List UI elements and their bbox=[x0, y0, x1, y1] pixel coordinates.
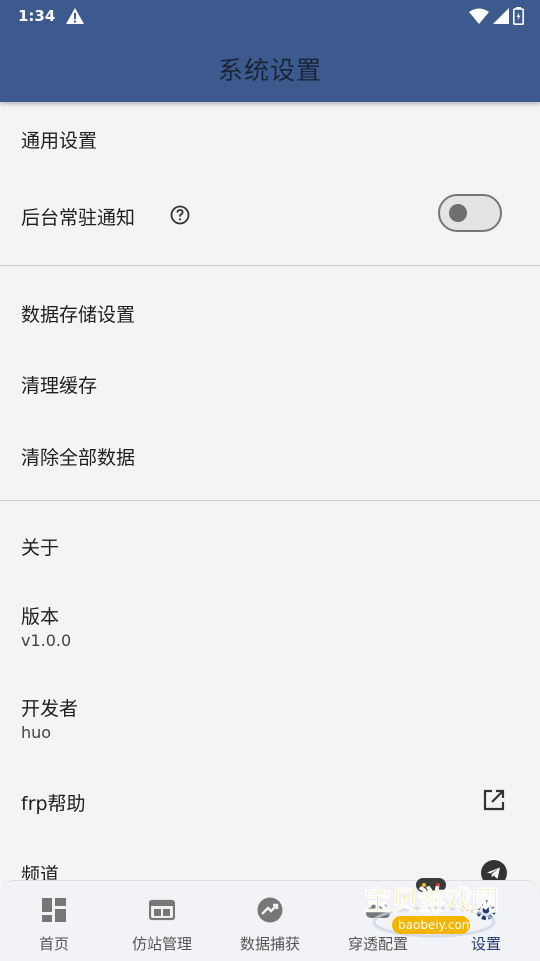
status-time: 1:34 bbox=[18, 7, 56, 25]
version-label: 版本 bbox=[21, 606, 60, 628]
frp-help-label: frp帮助 bbox=[21, 793, 86, 815]
clear-cache-label: 清理缓存 bbox=[21, 375, 98, 397]
help-icon[interactable] bbox=[170, 205, 190, 229]
divider bbox=[0, 500, 540, 501]
version-row[interactable]: 版本 v1.0.0 bbox=[0, 590, 540, 660]
site-watermark: 宝贝游戏网 baobeiy.com bbox=[362, 872, 512, 942]
warning-icon bbox=[66, 8, 84, 28]
nav-item-site-clone[interactable]: 仿站管理 bbox=[108, 881, 216, 961]
frp-help-row[interactable]: frp帮助 bbox=[0, 770, 540, 832]
page-title: 系统设置 bbox=[217, 56, 322, 85]
clear-all-data-label: 清除全部数据 bbox=[21, 447, 136, 469]
status-bar: 1:34 bbox=[0, 0, 540, 34]
clear-cache-row[interactable]: 清理缓存 bbox=[0, 350, 540, 416]
section-general-title: 通用设置 bbox=[21, 130, 98, 152]
nav-label: 仿站管理 bbox=[131, 935, 192, 953]
nav-label: 数据捕获 bbox=[239, 935, 300, 953]
developer-value: huo bbox=[21, 723, 52, 742]
nav-item-data-capture[interactable]: 数据捕获 bbox=[216, 881, 324, 961]
open-external-icon[interactable] bbox=[482, 788, 506, 816]
divider bbox=[0, 265, 540, 266]
clear-all-data-row[interactable]: 清除全部数据 bbox=[0, 420, 540, 488]
background-notify-toggle[interactable] bbox=[438, 194, 502, 232]
web-icon bbox=[148, 897, 176, 923]
developer-label: 开发者 bbox=[21, 698, 79, 720]
background-notify-label: 后台常驻通知 bbox=[21, 207, 136, 229]
battery-icon bbox=[513, 7, 524, 29]
toggle-knob bbox=[449, 204, 467, 222]
watermark-text: 宝贝游戏网 bbox=[364, 885, 499, 917]
signal-icon bbox=[493, 8, 509, 28]
section-storage-title: 数据存储设置 bbox=[21, 304, 136, 326]
developer-row[interactable]: 开发者 huo bbox=[0, 682, 540, 752]
watermark-url: baobeiy.com bbox=[398, 918, 473, 932]
status-icons bbox=[469, 7, 524, 29]
version-value: v1.0.0 bbox=[21, 631, 72, 650]
section-about-title: 关于 bbox=[21, 537, 60, 559]
dashboard-icon bbox=[41, 897, 67, 923]
wifi-icon bbox=[469, 8, 489, 28]
trending-icon bbox=[257, 897, 283, 923]
nav-label: 首页 bbox=[38, 935, 69, 953]
app-bar: 系统设置 bbox=[0, 34, 540, 102]
nav-item-home[interactable]: 首页 bbox=[0, 881, 108, 961]
